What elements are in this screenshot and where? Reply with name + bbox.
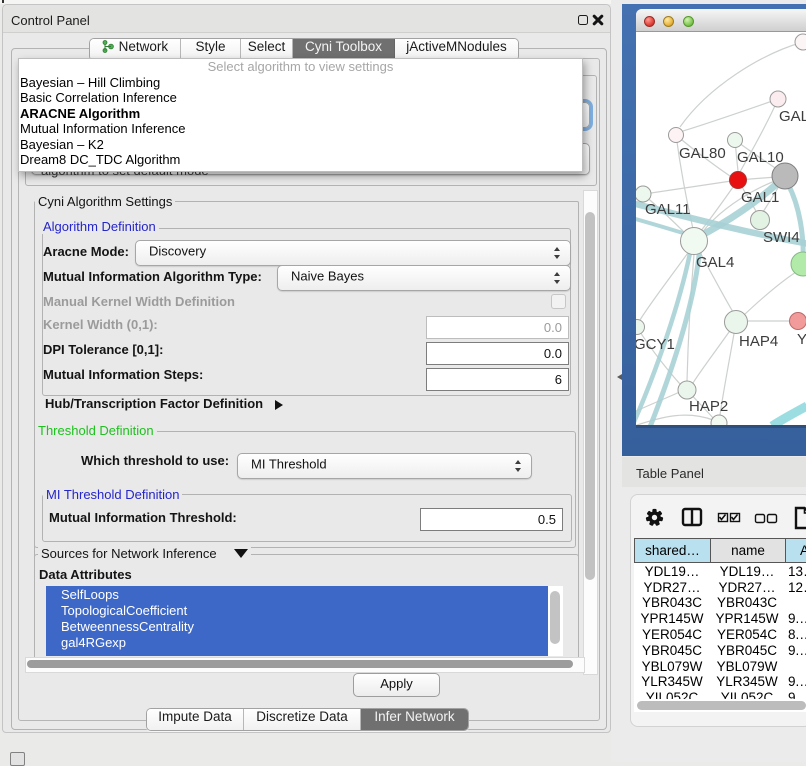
svg-text:Y: Y — [797, 331, 806, 348]
svg-text:HAP2: HAP2 — [689, 398, 728, 415]
svg-text:SWI4: SWI4 — [763, 229, 800, 246]
svg-text:GAL4: GAL4 — [696, 254, 734, 271]
svg-text:GAL11: GAL11 — [645, 201, 691, 218]
svg-text:GAL80: GAL80 — [679, 145, 726, 162]
svg-text:GCY1: GCY1 — [636, 336, 675, 353]
svg-text:HAP4: HAP4 — [739, 333, 778, 350]
svg-text:GAL: GAL — [779, 108, 806, 125]
svg-text:GAL1: GAL1 — [741, 189, 779, 206]
svg-text:GAL10: GAL10 — [737, 149, 784, 166]
